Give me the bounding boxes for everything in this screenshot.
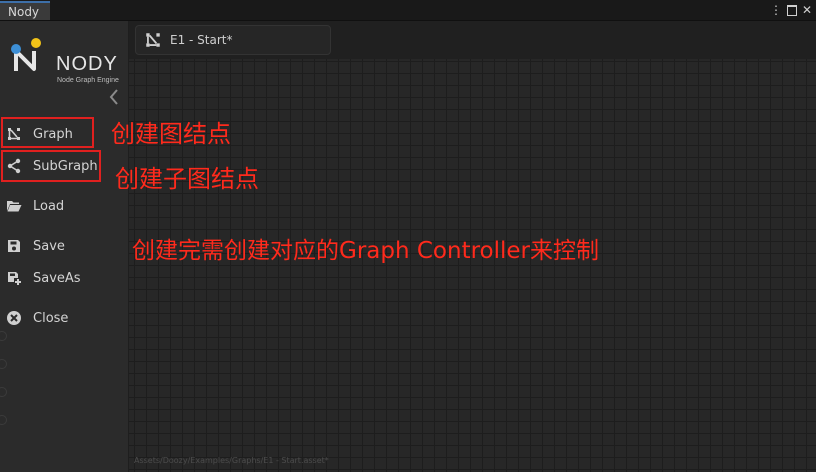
sidebar-item-save[interactable]: Save [6, 235, 65, 257]
maximize-icon[interactable] [786, 5, 797, 16]
nody-logo-icon [11, 38, 41, 71]
annotation-controller: 创建完需创建对应的Graph Controller来控制 [132, 238, 599, 264]
folder-open-icon [7, 201, 22, 212]
annotation-subgraph: 创建子图结点 [115, 165, 259, 193]
logo-name: NODY [56, 53, 118, 75]
close-circle-icon [7, 311, 21, 325]
window-titlebar: Nody ⋮ ✕ [0, 0, 816, 21]
annotation-graph: 创建图结点 [111, 120, 231, 148]
sidebar-item-label: Save [33, 238, 65, 254]
sidebar-item-saveas[interactable]: SaveAs [6, 267, 81, 289]
nody-logo: NODY Node Graph Engine [10, 37, 125, 87]
sidebar-item-load[interactable]: Load [6, 195, 64, 217]
canvas-header: E1 - Start* [129, 21, 816, 59]
collapse-sidebar-icon[interactable] [106, 87, 122, 107]
sidebar-item-label: Load [33, 198, 65, 214]
more-vertical-icon[interactable]: ⋮ [770, 2, 782, 18]
sidebar-item-label: SaveAs [33, 270, 81, 286]
graph-tab-title: E1 - Start* [170, 33, 233, 47]
graph-tab[interactable]: E1 - Start* [135, 25, 331, 55]
save-icon [8, 240, 20, 252]
window-tab[interactable]: Nody [0, 1, 50, 20]
sidebar-item-close[interactable]: Close [6, 307, 68, 329]
sidebar: NODY Node Graph Engine Graph SubGraph Lo… [0, 21, 129, 472]
highlight-box-graph [1, 117, 94, 148]
graph-icon [146, 33, 160, 47]
decorative-dots [0, 331, 7, 443]
logo-subtitle: Node Graph Engine [57, 77, 119, 84]
sidebar-item-label: Close [33, 310, 69, 326]
close-icon[interactable]: ✕ [802, 2, 812, 18]
highlight-box-subgraph [1, 150, 101, 182]
window-controls: ⋮ ✕ [770, 2, 812, 18]
save-as-icon [8, 272, 22, 286]
asset-path: Assets/Doozy/Examples/Graphs/E1 - Start.… [134, 456, 329, 465]
